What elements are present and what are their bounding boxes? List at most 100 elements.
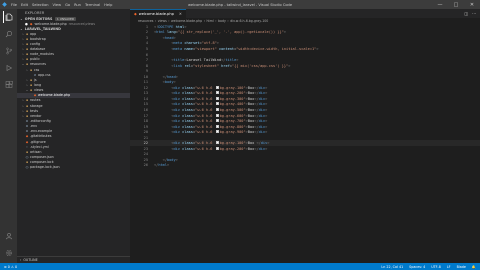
code-text: <div class="w-6 h-6 bg-gray-700">Box</di…: [171, 119, 268, 124]
file-type-icon: ▪: [25, 52, 29, 57]
breadcrumb-item[interactable]: html: [206, 19, 213, 23]
file-type-icon: ▪: [25, 46, 29, 51]
minimize-button[interactable]: —: [432, 0, 448, 9]
line-number: 5: [145, 46, 148, 51]
code-text: <meta name="viewport" content="width=dev…: [171, 46, 319, 51]
line-number: 10: [143, 74, 148, 79]
search-icon[interactable]: [3, 28, 15, 40]
breadcrumb-item[interactable]: div.w-6.h-6.bg-gray-100: [230, 19, 268, 23]
menu-selection[interactable]: Selection: [32, 3, 49, 7]
tab-welcome-blade[interactable]: ◆ welcome.blade.php ✕: [130, 9, 186, 18]
breadcrumb-item[interactable]: views: [158, 19, 167, 23]
breadcrumb-separator-icon: ›: [203, 19, 205, 23]
extensions-icon[interactable]: [3, 79, 15, 91]
file-type-icon: {}: [25, 165, 29, 170]
outline-section[interactable]: › OUTLINE: [17, 256, 130, 263]
file-tree: › ▪ app › ▪ bootstrap › ▪ config › ▪ database › ▪ node…: [17, 31, 130, 170]
status-item[interactable]: Blade: [457, 265, 466, 269]
tree-item-label: app: [30, 31, 37, 36]
account-icon[interactable]: [3, 230, 15, 242]
file-type-icon: ◆: [25, 139, 29, 144]
line-number: 25: [143, 157, 148, 162]
tree-item-label: composer.lock: [30, 160, 54, 165]
explorer-icon[interactable]: [2, 11, 15, 23]
status-item[interactable]: 🔔: [472, 265, 476, 269]
breadcrumb-item[interactable]: welcome.blade.php: [171, 19, 202, 23]
editor-actions: ◫ ···: [464, 9, 480, 18]
tree-item-label: resources: [30, 62, 46, 67]
line-number: 18: [143, 119, 148, 124]
title-bar: ◆ File Edit Selection View Go Run Terminal Help…: [0, 0, 480, 9]
line-number: 7: [145, 58, 148, 63]
file-type-icon: ▪: [29, 88, 33, 93]
split-editor-icon[interactable]: ◫: [464, 11, 468, 16]
line-number: 8: [145, 63, 148, 68]
code-text: <div class="w-6 h-6 bg-gray-200">Box</di…: [171, 91, 268, 96]
code-text: <div class="w-6 h-6 bg-gray-400">Box</di…: [171, 102, 268, 107]
breadcrumb-item[interactable]: resources: [138, 19, 153, 23]
breadcrumb-item[interactable]: body: [218, 19, 226, 23]
close-tab-icon[interactable]: ✕: [179, 12, 182, 16]
code-text: <div class="w-6 h-6 bg-gray-500">Box</di…: [171, 107, 268, 112]
close-window-button[interactable]: ✕: [464, 0, 480, 9]
chevron-right-icon: ›: [20, 258, 22, 262]
tree-item-label: vendor: [30, 113, 42, 118]
file-type-icon: ▪: [29, 82, 33, 87]
file-type-icon: ▪: [25, 98, 29, 103]
file-type-icon: ▪: [25, 103, 29, 108]
breadcrumb-separator-icon: ›: [154, 19, 157, 23]
tree-item-label: package-lock.json: [30, 165, 60, 170]
tree-item-label: config: [30, 41, 41, 46]
menu-view[interactable]: View: [53, 3, 62, 7]
gear-icon[interactable]: [3, 247, 15, 259]
file-type-icon: #: [33, 72, 37, 77]
menu-go[interactable]: Go: [65, 3, 70, 7]
window-controls: — □ ✕: [432, 0, 480, 9]
breadcrumb-separator-icon: ›: [215, 19, 217, 23]
code-line[interactable]: 26 </html>: [130, 163, 480, 169]
status-item[interactable]: Ln 22, Col 41: [381, 265, 403, 269]
maximize-button[interactable]: □: [448, 0, 464, 9]
menu-edit[interactable]: Edit: [21, 3, 28, 7]
code-text: <link rel="stylesheet" href="{{ mix('css…: [171, 63, 291, 68]
line-number: 22: [143, 141, 148, 146]
menu-help[interactable]: Help: [104, 3, 112, 7]
unsaved-dot-icon[interactable]: ●: [25, 22, 28, 26]
code-text: <title>Laravel TailWind</title>: [171, 58, 239, 63]
line-number: 17: [143, 113, 148, 118]
line-number: 1: [145, 24, 148, 29]
menu-run[interactable]: Run: [74, 3, 81, 7]
run-debug-icon[interactable]: [3, 62, 15, 74]
file-type-icon: ▪: [25, 36, 29, 41]
chevron-down-icon: ⌄: [20, 26, 23, 31]
status-item[interactable]: Spaces: 4: [409, 265, 425, 269]
tree-item-label: .editorconfig: [30, 118, 51, 123]
line-number: 13: [143, 91, 148, 96]
file-type-icon: ▪: [25, 149, 29, 154]
tree-item[interactable]: {} package-lock.json: [17, 165, 130, 170]
status-item[interactable]: LF: [447, 265, 451, 269]
tree-item-label: bootstrap: [30, 36, 46, 41]
code-text: <body>: [162, 80, 176, 85]
file-type-icon: ▪: [25, 31, 29, 36]
tree-item-label: public: [30, 57, 40, 62]
menu-terminal[interactable]: Terminal: [85, 3, 100, 7]
status-item[interactable]: UTF-8: [431, 265, 441, 269]
file-type-icon: ▪: [25, 108, 29, 113]
breadcrumb-separator-icon: ›: [168, 19, 170, 23]
problems-status[interactable]: ⊗ 0 ⚠ 0: [4, 265, 17, 269]
file-type-icon: ⚙: [25, 118, 29, 123]
line-number: 16: [143, 107, 148, 112]
file-type-icon: ▪: [25, 57, 29, 62]
tree-item-label: .gitignore: [30, 139, 46, 144]
tree-item-label: database: [30, 46, 46, 51]
code-area[interactable]: 1 <!DOCTYPE html> 2 <html lang="{{ str_repl…: [130, 24, 480, 168]
code-text: <div class="w-6 h-6 bg-gray-600">Box</di…: [171, 113, 268, 118]
tree-item-label: tests: [30, 108, 39, 113]
vscode-logo-icon: ◆: [2, 1, 7, 8]
more-actions-icon[interactable]: ···: [472, 11, 476, 16]
code-text: <div class="w-6 h-6 bg-gray-800">Box</di…: [171, 124, 268, 129]
source-control-icon[interactable]: [3, 45, 15, 57]
code-text: </html>: [154, 163, 170, 168]
menu-file[interactable]: File: [11, 3, 17, 7]
